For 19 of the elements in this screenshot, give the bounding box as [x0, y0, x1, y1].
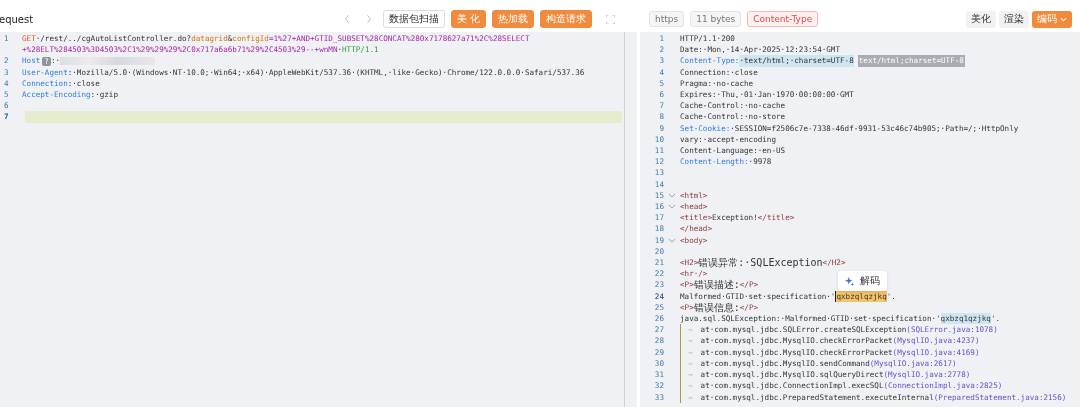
- info-tag: https: [649, 11, 685, 27]
- toolbar-button[interactable]: 数据包扫描: [382, 10, 445, 28]
- decode-tooltip[interactable]: 解码: [838, 271, 887, 291]
- info-tag: Content-Type: [747, 11, 819, 27]
- caret-icon: [1060, 16, 1067, 22]
- chevron-left-icon[interactable]: [343, 14, 350, 24]
- sparkle-icon: [845, 276, 854, 286]
- info-tag: 11 bytes: [690, 11, 742, 27]
- chevron-down-icon[interactable]: [668, 204, 676, 210]
- toolbar-button[interactable]: 渲染: [999, 10, 1029, 28]
- code-text: 错误描述:: [693, 279, 740, 291]
- chevron-down-icon[interactable]: [668, 237, 676, 243]
- code-text: 错误异常:·SQLException: [698, 257, 823, 269]
- panel-title: equest: [0, 13, 34, 25]
- chevron-down-icon[interactable]: [668, 192, 676, 198]
- chevron-right-icon[interactable]: [365, 14, 372, 24]
- fullscreen-icon[interactable]: [606, 14, 615, 24]
- code-text: 错误信息:: [693, 301, 740, 314]
- toolbar-button[interactable]: 美化: [966, 10, 996, 28]
